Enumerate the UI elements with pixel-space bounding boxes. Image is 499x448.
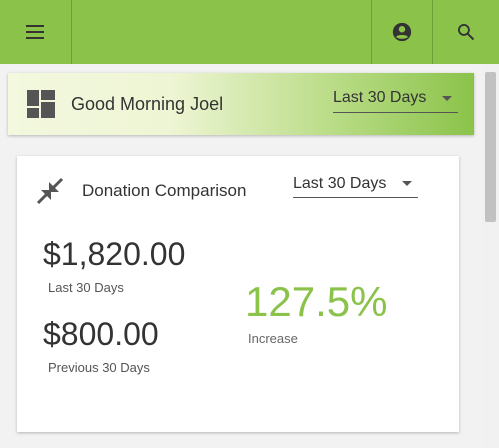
app-bar-spacer xyxy=(72,0,371,64)
card-header: Donation Comparison xyxy=(35,176,246,206)
greeting-period-value: Last 30 Days xyxy=(333,89,427,106)
card-title: Donation Comparison xyxy=(82,181,247,200)
menu-button[interactable] xyxy=(0,0,72,64)
current-label: Last 30 Days xyxy=(48,280,124,295)
account-circle-icon xyxy=(392,22,412,42)
card-period-value: Last 30 Days xyxy=(293,174,387,192)
app-bar xyxy=(0,0,499,64)
greeting-banner: Good Morning Joel Last 30 Days xyxy=(8,73,474,135)
previous-amount: $800.00 xyxy=(43,316,159,352)
greeting-text: Good Morning Joel xyxy=(71,93,224,114)
chevron-down-icon xyxy=(402,181,412,186)
card-period-select[interactable]: Last 30 Days xyxy=(293,170,418,198)
vertical-scrollbar[interactable] xyxy=(482,64,499,448)
search-button[interactable] xyxy=(432,0,499,64)
account-button[interactable] xyxy=(371,0,432,64)
compress-arrows-icon xyxy=(36,177,64,205)
scrollbar-thumb[interactable] xyxy=(485,72,496,222)
chevron-down-icon xyxy=(442,95,452,101)
donation-comparison-card: Donation Comparison Last 30 Days $1,820.… xyxy=(17,156,459,432)
change-label: Increase xyxy=(248,331,298,346)
hamburger-menu-icon xyxy=(25,25,44,39)
greeting-period-select[interactable]: Last 30 Days xyxy=(333,84,458,113)
current-amount: $1,820.00 xyxy=(43,236,186,272)
dashboard-icon xyxy=(27,90,55,118)
previous-label: Previous 30 Days xyxy=(48,360,150,375)
search-icon xyxy=(458,24,475,41)
change-percent: 127.5% xyxy=(245,278,388,325)
